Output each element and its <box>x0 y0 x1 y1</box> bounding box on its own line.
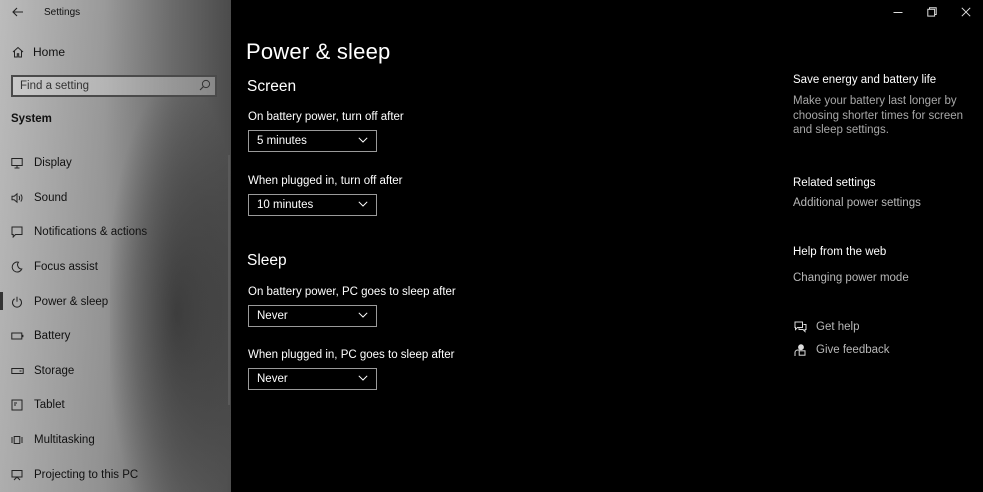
screen-battery-dropdown[interactable]: 5 minutes <box>248 130 377 152</box>
chat-help-icon <box>793 320 807 334</box>
tablet-icon <box>10 398 24 412</box>
related-settings-heading: Related settings <box>793 177 876 189</box>
minimize-button[interactable] <box>881 0 915 24</box>
sidebar-item-focus-assist[interactable]: Focus assist <box>0 250 231 285</box>
sidebar-item-sound[interactable]: Sound <box>0 181 231 216</box>
sidebar-item-storage[interactable]: Storage <box>0 354 231 389</box>
notifications-icon <box>10 225 24 239</box>
back-button[interactable] <box>8 3 28 21</box>
battery-icon <box>10 329 24 343</box>
section-label-system: System <box>11 113 52 125</box>
minimize-icon <box>893 12 903 13</box>
restore-button[interactable] <box>915 0 949 24</box>
sidebar-item-label: Projecting to this PC <box>34 468 139 481</box>
dropdown-value: 5 minutes <box>257 135 307 147</box>
chevron-down-icon <box>358 137 368 143</box>
sidebar-item-label: Power & sleep <box>34 295 109 308</box>
sidebar-item-label: Display <box>34 157 72 170</box>
projecting-icon <box>10 468 24 482</box>
restore-icon <box>927 7 937 17</box>
home-label: Home <box>33 45 66 59</box>
sidebar-item-label: Multitasking <box>34 434 95 447</box>
multitasking-icon <box>10 433 24 447</box>
give-feedback-link[interactable]: Give feedback <box>793 342 890 358</box>
feedback-icon <box>793 343 807 357</box>
dropdown-value: 10 minutes <box>257 199 314 211</box>
page-title: Power & sleep <box>246 39 391 64</box>
screen-battery-label: On battery power, turn off after <box>248 111 404 123</box>
search-box[interactable] <box>11 75 217 97</box>
sidebar-item-label: Focus assist <box>34 261 98 274</box>
sleep-plugged-dropdown[interactable]: Never <box>248 368 377 390</box>
home-link[interactable]: Home <box>12 43 65 61</box>
sidebar-item-display[interactable]: Display <box>0 146 231 181</box>
give-feedback-label: Give feedback <box>816 344 890 356</box>
chevron-down-icon <box>358 201 368 207</box>
dropdown-value: Never <box>257 373 288 385</box>
power-icon <box>10 295 24 309</box>
close-button[interactable] <box>949 0 983 24</box>
save-energy-text: Make your battery last longer by choosin… <box>793 95 964 136</box>
active-indicator <box>0 292 3 311</box>
sleep-heading: Sleep <box>247 252 287 269</box>
sleep-plugged-label: When plugged in, PC goes to sleep after <box>248 349 455 361</box>
sidebar-item-battery[interactable]: Battery <box>0 319 231 354</box>
sidebar: Settings Home System Display Sound <box>0 0 231 492</box>
additional-power-settings-link[interactable]: Additional power settings <box>793 197 921 209</box>
close-icon <box>961 7 971 17</box>
sidebar-item-label: Sound <box>34 191 68 204</box>
home-icon <box>12 46 24 58</box>
get-help-label: Get help <box>816 321 860 333</box>
chevron-down-icon <box>358 312 368 318</box>
focus-assist-icon <box>10 260 24 274</box>
sidebar-item-label: Tablet <box>34 399 65 412</box>
changing-power-mode-link[interactable]: Changing power mode <box>793 272 909 284</box>
search-icon[interactable] <box>199 79 211 91</box>
back-arrow-icon <box>12 7 23 17</box>
sidebar-scrollbar[interactable] <box>228 155 230 405</box>
title-bar: Settings <box>0 0 231 26</box>
chevron-down-icon <box>358 375 368 381</box>
sleep-battery-label: On battery power, PC goes to sleep after <box>248 286 456 298</box>
sidebar-item-notifications[interactable]: Notifications & actions <box>0 215 231 250</box>
help-from-web-heading: Help from the web <box>793 246 887 258</box>
screen-plugged-label: When plugged in, turn off after <box>248 175 403 187</box>
sidebar-item-projecting[interactable]: Projecting to this PC <box>0 457 231 492</box>
sidebar-item-multitasking[interactable]: Multitasking <box>0 423 231 458</box>
sidebar-item-label: Battery <box>34 330 71 343</box>
screen-heading: Screen <box>247 78 297 95</box>
sidebar-item-tablet[interactable]: Tablet <box>0 388 231 423</box>
sidebar-item-power-sleep[interactable]: Power & sleep <box>0 284 231 319</box>
get-help-link[interactable]: Get help <box>793 319 859 335</box>
storage-icon <box>10 364 24 378</box>
sidebar-nav: Display Sound Notifications & actions Fo… <box>0 146 231 492</box>
search-input[interactable] <box>13 77 200 95</box>
dropdown-value: Never <box>257 310 288 322</box>
sidebar-item-label: Notifications & actions <box>34 226 148 239</box>
window-controls <box>881 0 983 24</box>
save-energy-heading: Save energy and battery life <box>793 74 937 86</box>
app-title: Settings <box>44 7 81 18</box>
sound-icon <box>10 191 24 205</box>
screen-plugged-dropdown[interactable]: 10 minutes <box>248 194 377 216</box>
sidebar-item-label: Storage <box>34 364 75 377</box>
sleep-battery-dropdown[interactable]: Never <box>248 305 377 327</box>
main-panel: Power & sleep Screen On battery power, t… <box>231 0 983 492</box>
display-icon <box>10 156 24 170</box>
